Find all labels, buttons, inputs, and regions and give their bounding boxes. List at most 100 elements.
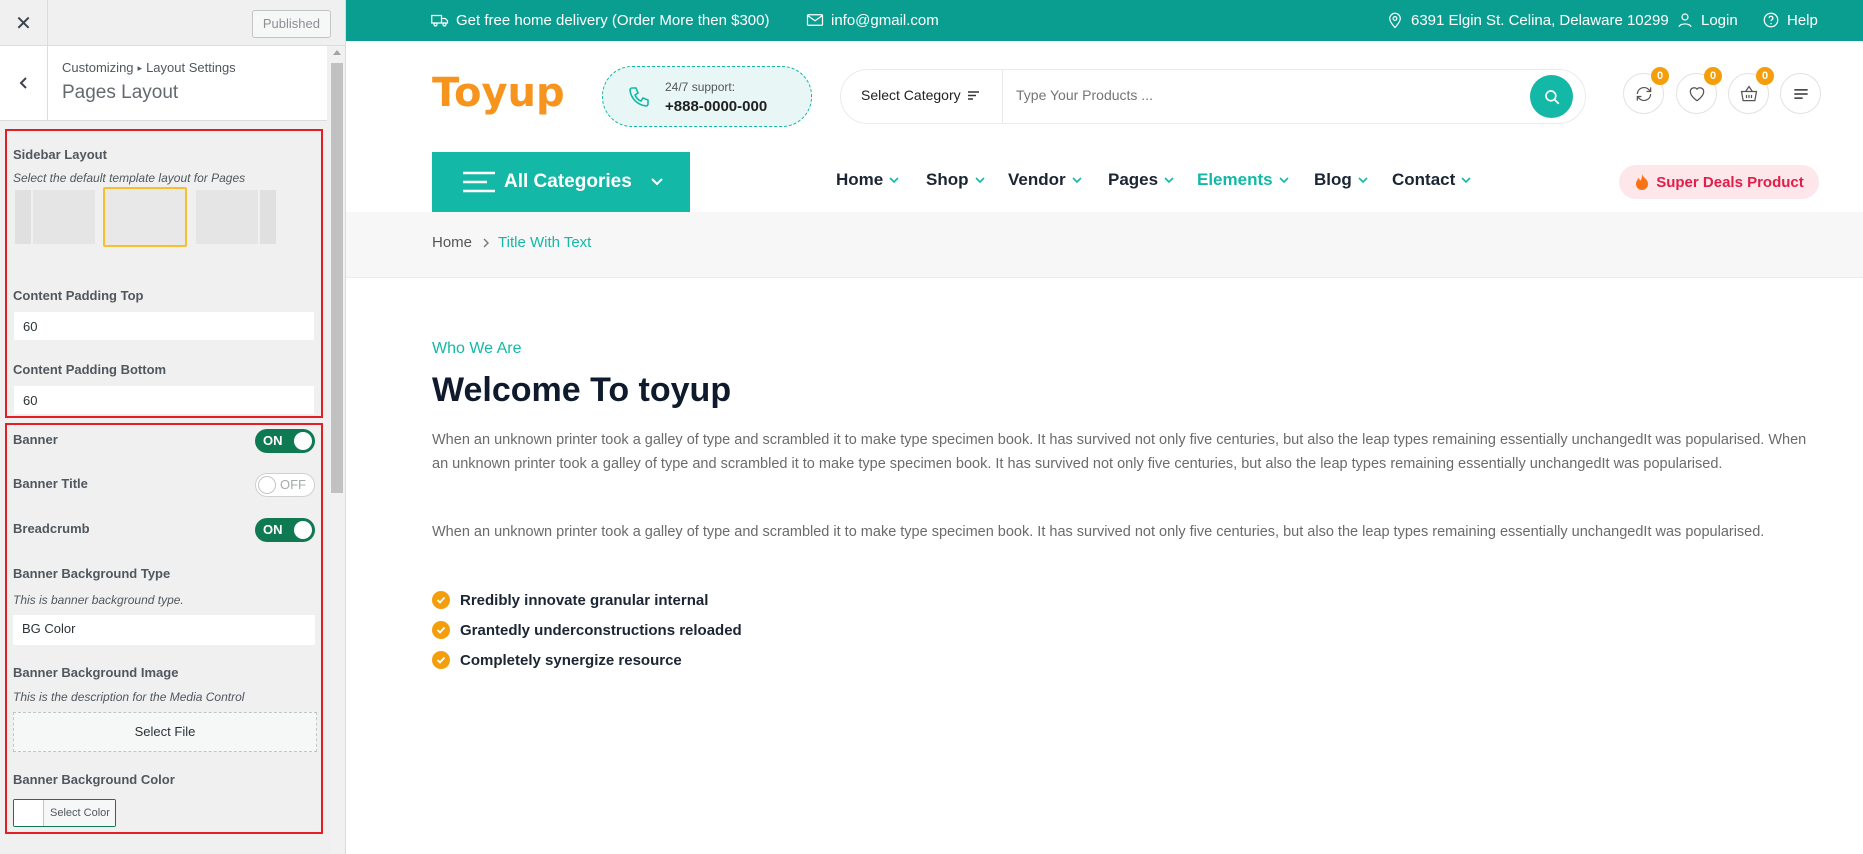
chevron-down-icon (974, 177, 985, 184)
email-link[interactable]: info@gmail.com (806, 11, 939, 29)
banner-bg-color-label: Banner Background Color (13, 772, 175, 787)
page-heading: Welcome To toyup (432, 371, 732, 409)
nav-pages[interactable]: Pages (1108, 170, 1175, 190)
support-phone: +888-0000-000 (665, 98, 768, 115)
mail-icon (806, 14, 824, 26)
chevron-down-icon (1164, 177, 1174, 184)
search-bar: Select Category (840, 69, 1586, 124)
nav-home[interactable]: Home (836, 170, 900, 190)
toyup-logo[interactable]: Toyup (432, 68, 572, 120)
banner-bg-image-label: Banner Background Image (13, 665, 179, 680)
padding-top-label: Content Padding Top (13, 288, 144, 303)
heart-icon (1689, 86, 1704, 101)
banner-bg-type-description: This is banner background type. (13, 593, 184, 607)
support-box[interactable]: 24/7 support: +888-0000-000 (602, 66, 812, 127)
customizer-topbar: ✕ Published (0, 0, 345, 46)
banner-settings-panel: Banner ON Banner Title OFF Breadcrumb ON… (5, 423, 323, 834)
second-paragraph: When an unknown printer took a galley of… (432, 524, 1765, 540)
help-circle-icon (1763, 12, 1779, 28)
scroll-thumb[interactable] (331, 63, 343, 493)
layout-option-full-width[interactable] (103, 187, 187, 247)
breadcrumb-arrow-icon: ▸ (137, 63, 143, 73)
cart-button[interactable]: 0 (1728, 67, 1774, 114)
fire-icon (1636, 174, 1649, 190)
all-categories-button[interactable]: All Categories (432, 152, 690, 212)
banner-title-label: Banner Title (13, 476, 88, 491)
help-link[interactable]: Help (1762, 11, 1818, 29)
address-info: 6391 Elgin St. Celina, Delaware 10299 (1386, 11, 1669, 29)
list-item: Grantedly underconstructions reloaded (432, 621, 742, 639)
sidebar-layout-label: Sidebar Layout (13, 147, 107, 162)
layout-option-right-sidebar[interactable] (196, 190, 276, 244)
color-swatch (14, 800, 44, 826)
category-select[interactable]: Select Category (861, 87, 980, 103)
search-button[interactable] (1530, 75, 1573, 118)
banner-bg-image-description: This is the description for the Media Co… (13, 690, 245, 704)
layout-option-left-sidebar[interactable] (15, 190, 95, 244)
truck-icon (431, 14, 449, 27)
close-icon[interactable]: ✕ (0, 0, 48, 46)
location-pin-icon (1389, 12, 1401, 29)
check-icon (432, 621, 450, 639)
chevron-right-icon (483, 238, 489, 248)
customizer-scrollbar[interactable] (330, 46, 344, 854)
list-item: Rredibly innovate granular internal (432, 591, 708, 609)
scroll-up-arrow-icon[interactable] (333, 50, 341, 55)
banner-title-toggle[interactable]: OFF (255, 473, 315, 497)
customizer-breadcrumb: Customizing ▸ Layout Settings (62, 60, 236, 75)
check-icon (432, 651, 450, 669)
cart-badge: 0 (1756, 67, 1774, 85)
padding-top-input[interactable] (13, 311, 315, 341)
select-file-button[interactable]: Select File (13, 712, 317, 752)
chevron-down-icon (1279, 177, 1289, 184)
breadcrumb-home-link[interactable]: Home (432, 234, 472, 251)
refresh-icon (1636, 86, 1651, 101)
published-button[interactable]: Published (251, 10, 331, 38)
user-icon (1678, 13, 1692, 28)
back-chevron-icon[interactable] (0, 46, 48, 120)
padding-bottom-label: Content Padding Bottom (13, 362, 167, 377)
chevron-down-icon (1358, 177, 1368, 184)
wishlist-button[interactable]: 0 (1676, 67, 1722, 114)
nav-blog[interactable]: Blog (1314, 170, 1369, 190)
chevron-down-icon (889, 177, 899, 184)
banner-bg-type-label: Banner Background Type (13, 566, 171, 581)
nav-elements[interactable]: Elements (1197, 170, 1290, 190)
banner-label: Banner (13, 432, 58, 447)
nav-contact[interactable]: Contact (1392, 170, 1472, 190)
breadcrumb-label: Breadcrumb (13, 521, 90, 536)
svg-text:Toyup: Toyup (432, 70, 565, 116)
compare-button[interactable]: 0 (1623, 67, 1669, 114)
top-bar: Get free home delivery (Order More then … (346, 0, 1863, 41)
banner-bg-type-select[interactable]: BG Color (13, 615, 315, 645)
select-color-button[interactable]: Select Color (13, 799, 116, 827)
hamburger-icon (463, 171, 495, 193)
login-link[interactable]: Login (1676, 11, 1738, 29)
phone-icon (629, 87, 649, 107)
chevron-down-icon (1072, 177, 1082, 184)
breadcrumb-toggle[interactable]: ON (255, 518, 315, 542)
chevron-down-icon (651, 178, 663, 186)
banner-toggle[interactable]: ON (255, 429, 315, 453)
search-input[interactable] (1016, 87, 1456, 103)
breadcrumb-current: Title With Text (498, 234, 592, 251)
delivery-notice: Get free home delivery (Order More then … (431, 11, 769, 29)
check-icon (432, 591, 450, 609)
nav-shop[interactable]: Shop (926, 170, 986, 190)
filter-lines-icon (967, 90, 979, 100)
compare-badge: 0 (1651, 67, 1669, 85)
menu-button[interactable] (1780, 73, 1821, 114)
sidebar-layout-description: Select the default template layout for P… (13, 171, 246, 185)
section-header: Customizing ▸ Layout Settings Pages Layout (0, 46, 327, 121)
support-label: 24/7 support: (665, 80, 736, 94)
page-breadcrumb: Home Title With Text (346, 212, 1863, 278)
list-item: Completely synergize resource (432, 651, 682, 669)
layout-settings-panel: Sidebar Layout Select the default templa… (5, 129, 323, 418)
nav-vendor[interactable]: Vendor (1008, 170, 1083, 190)
customizer-sidebar: ✕ Published Customizing ▸ Layout Settings … (0, 0, 346, 854)
padding-bottom-input[interactable] (13, 385, 315, 415)
site-preview: Get free home delivery (Order More then … (346, 0, 1863, 854)
super-deals-button[interactable]: Super Deals Product (1619, 165, 1819, 199)
section-title: Pages Layout (62, 82, 179, 103)
section-subtitle: Who We Are (432, 340, 522, 357)
